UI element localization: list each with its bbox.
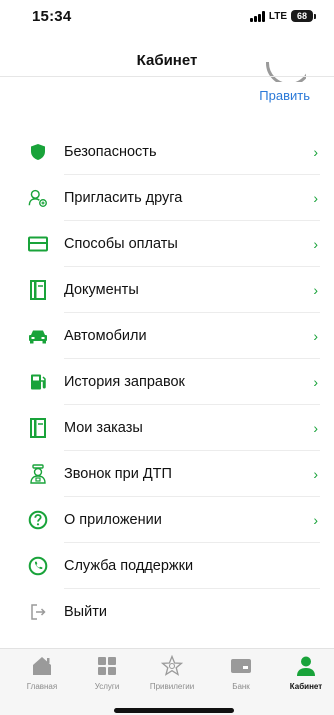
menu-item-payment-methods[interactable]: Способы оплаты › — [0, 221, 334, 267]
tab-home[interactable]: Главная — [12, 655, 72, 691]
logout-icon — [28, 602, 48, 622]
chevron-right-icon: › — [313, 190, 318, 206]
menu-item-logout[interactable]: Выйти — [0, 589, 334, 635]
document-icon — [28, 280, 48, 300]
tab-label: Услуги — [94, 682, 120, 691]
tab-label: Кабинет — [289, 682, 323, 691]
car-icon — [28, 326, 48, 346]
menu-item-label: Мои заказы — [64, 420, 143, 436]
chevron-right-icon: › — [313, 328, 318, 344]
orders-icon — [28, 418, 48, 438]
network-type: LTE — [268, 10, 287, 22]
menu-item-label: Выйти — [64, 604, 107, 620]
accident-call-icon — [28, 464, 48, 484]
signal-icon — [249, 10, 265, 22]
menu-item-label: Служба поддержки — [64, 558, 194, 574]
tab-cabinet[interactable]: Кабинет — [276, 655, 334, 691]
chevron-right-icon: › — [313, 420, 318, 436]
menu-item-documents[interactable]: Документы › — [0, 267, 334, 313]
status-time: 15:34 — [32, 8, 72, 25]
status-indicators: LTE 68 — [249, 10, 316, 22]
menu-item-label: Автомобили — [64, 328, 147, 344]
menu-item-invite[interactable]: Пригласить друга › — [0, 175, 334, 221]
shield-icon — [28, 142, 48, 162]
menu-item-about-app[interactable]: О приложении › — [0, 497, 334, 543]
tab-services[interactable]: Услуги — [77, 655, 137, 691]
grid-icon — [97, 655, 117, 677]
header-divider — [0, 76, 334, 77]
tab-bank[interactable]: Банк — [211, 655, 271, 691]
menu-item-fuel-history[interactable]: История заправок › — [0, 359, 334, 405]
home-indicator — [114, 708, 234, 713]
tab-label: Банк — [232, 682, 250, 691]
home-icon — [31, 655, 53, 677]
profile-icon — [295, 655, 317, 677]
menu-item-my-orders[interactable]: Мои заказы › — [0, 405, 334, 451]
tab-label: Привилегии — [149, 682, 195, 691]
tab-label: Главная — [26, 682, 58, 691]
question-icon — [28, 510, 48, 530]
chevron-right-icon: › — [313, 512, 318, 528]
invite-user-icon — [28, 188, 48, 208]
chevron-right-icon: › — [313, 144, 318, 160]
menu-item-label: О приложении — [64, 512, 162, 528]
chevron-right-icon: › — [313, 236, 318, 252]
bank-card-icon — [230, 655, 252, 677]
chevron-right-icon: › — [313, 466, 318, 482]
menu-item-label: Способы оплаты — [64, 236, 178, 252]
fuel-icon — [28, 372, 48, 392]
star-icon — [161, 655, 183, 677]
bottom-tab-bar: Главная Услуги Привилегии Банк Кабинет — [0, 648, 334, 715]
chevron-right-icon: › — [313, 374, 318, 390]
menu-item-accident-call[interactable]: Звонок при ДТП › — [0, 451, 334, 497]
phone-icon — [28, 556, 48, 576]
menu-item-cars[interactable]: Автомобили › — [0, 313, 334, 359]
chevron-right-icon: › — [313, 282, 318, 298]
menu-item-label: Пригласить друга — [64, 190, 183, 206]
battery-icon: 68 — [291, 10, 316, 22]
card-icon — [28, 234, 48, 254]
menu-item-label: Звонок при ДТП — [64, 466, 172, 482]
menu-item-label: Безопасность — [64, 144, 157, 160]
avatar[interactable] — [266, 62, 306, 82]
menu-item-label: Документы — [64, 282, 139, 298]
menu-item-label: История заправок — [64, 374, 185, 390]
status-bar: 15:34 LTE 68 — [0, 0, 334, 44]
menu-item-security[interactable]: Безопасность › — [0, 129, 334, 175]
battery-level: 68 — [291, 10, 313, 22]
tab-privileges[interactable]: Привилегии — [142, 655, 202, 691]
edit-profile-link[interactable]: Править — [259, 88, 310, 103]
menu-item-support[interactable]: Служба поддержки — [0, 543, 334, 589]
account-menu: Безопасность › Пригласить друга › Способ… — [0, 129, 334, 635]
